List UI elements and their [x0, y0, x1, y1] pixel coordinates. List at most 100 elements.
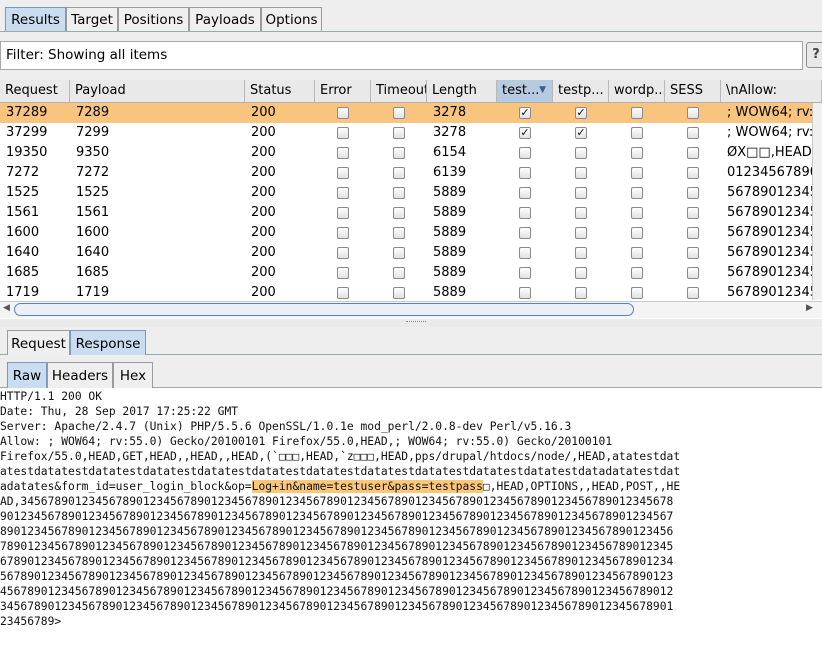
- testp-checkbox[interactable]: ✓: [575, 107, 587, 119]
- column-error[interactable]: Error: [315, 80, 371, 102]
- column-payload[interactable]: Payload: [70, 80, 245, 102]
- testp-checkbox[interactable]: [575, 267, 587, 279]
- tab-headers[interactable]: Headers: [47, 362, 113, 388]
- sess-checkbox[interactable]: [687, 127, 699, 139]
- timeout-checkbox[interactable]: [393, 107, 405, 119]
- wordp-checkbox[interactable]: [631, 147, 643, 159]
- testp-checkbox[interactable]: [575, 187, 587, 199]
- wordp-checkbox[interactable]: [631, 127, 643, 139]
- testp-checkbox[interactable]: [575, 287, 587, 299]
- scroll-left-icon[interactable]: ◀: [3, 303, 10, 313]
- column-length[interactable]: Length: [427, 80, 497, 102]
- wordp-checkbox[interactable]: [631, 167, 643, 179]
- column-allow[interactable]: \nAllow:: [721, 80, 822, 102]
- timeout-checkbox[interactable]: [393, 207, 405, 219]
- testp-checkbox[interactable]: [575, 247, 587, 259]
- timeout-checkbox[interactable]: [393, 167, 405, 179]
- wordp-checkbox[interactable]: [631, 287, 643, 299]
- test-checkbox[interactable]: ✓: [519, 107, 531, 119]
- table-row[interactable]: 1525 1525 200 5889 56789012345678: [0, 183, 822, 203]
- test-checkbox[interactable]: [519, 167, 531, 179]
- testp-checkbox[interactable]: [575, 227, 587, 239]
- help-button[interactable]: ?: [806, 42, 822, 68]
- test-checkbox[interactable]: [519, 147, 531, 159]
- timeout-checkbox[interactable]: [393, 287, 405, 299]
- testp-checkbox[interactable]: [575, 207, 587, 219]
- testp-checkbox[interactable]: ✓: [575, 127, 587, 139]
- error-checkbox[interactable]: [337, 207, 349, 219]
- testp-checkbox[interactable]: [575, 147, 587, 159]
- timeout-checkbox[interactable]: [393, 267, 405, 279]
- timeout-checkbox[interactable]: [393, 127, 405, 139]
- table-row[interactable]: 19350 9350 200 6154 ØX□□,HEAD,56: [0, 143, 822, 163]
- filter-bar[interactable]: Filter: Showing all items: [0, 41, 803, 70]
- tab-raw[interactable]: Raw: [7, 362, 47, 388]
- error-checkbox[interactable]: [337, 127, 349, 139]
- column-timeout[interactable]: Timeout: [371, 80, 427, 102]
- table-row[interactable]: 1561 1561 200 5889 56789012345678: [0, 203, 822, 223]
- column-request[interactable]: Request: [0, 80, 70, 102]
- wordp-checkbox[interactable]: [631, 187, 643, 199]
- sess-checkbox[interactable]: [687, 207, 699, 219]
- sess-checkbox[interactable]: [687, 227, 699, 239]
- pane-splitter[interactable]: [0, 319, 822, 327]
- table-row[interactable]: 1640 1640 200 5889 56789012345678: [0, 243, 822, 263]
- error-checkbox[interactable]: [337, 227, 349, 239]
- test-checkbox[interactable]: [519, 207, 531, 219]
- test-checkbox[interactable]: [519, 267, 531, 279]
- scrollbar-thumb[interactable]: [14, 303, 634, 316]
- error-checkbox[interactable]: [337, 187, 349, 199]
- test-checkbox[interactable]: ✓: [519, 127, 531, 139]
- table-row[interactable]: 37289 7289 200 3278 ; WOW64; rv:55 ✓ ✓: [0, 103, 822, 123]
- error-checkbox[interactable]: [337, 147, 349, 159]
- error-checkbox[interactable]: [337, 247, 349, 259]
- table-row[interactable]: 1719 1719 200 5889 56789012345678: [0, 283, 822, 303]
- tab-positions[interactable]: Positions: [118, 7, 189, 32]
- column-status[interactable]: Status: [245, 80, 315, 102]
- table-row[interactable]: 7272 7272 200 6139 01234567890123: [0, 163, 822, 183]
- sess-checkbox[interactable]: [687, 167, 699, 179]
- test-checkbox[interactable]: [519, 227, 531, 239]
- sess-checkbox[interactable]: [687, 147, 699, 159]
- test-checkbox[interactable]: [519, 247, 531, 259]
- test-checkbox[interactable]: [519, 187, 531, 199]
- table-row[interactable]: 1600 1600 200 5889 56789012345678: [0, 223, 822, 243]
- sess-checkbox[interactable]: [687, 287, 699, 299]
- tab-target[interactable]: Target: [66, 7, 118, 32]
- test-checkbox[interactable]: [519, 287, 531, 299]
- table-row[interactable]: 1685 1685 200 5889 56789012345678: [0, 263, 822, 283]
- table-horizontal-scrollbar[interactable]: ◀ ▶: [0, 301, 822, 318]
- column-testp[interactable]: testp...: [553, 80, 609, 102]
- column-test[interactable]: test... ▼: [497, 80, 553, 102]
- tab-request[interactable]: Request: [7, 330, 70, 355]
- table-vertical-scrollbar[interactable]: [812, 103, 822, 300]
- tab-hex[interactable]: Hex: [113, 362, 153, 388]
- table-row[interactable]: 37299 7299 200 3278 ; WOW64; rv:55 ✓ ✓: [0, 123, 822, 143]
- column-wordp[interactable]: wordp...: [609, 80, 665, 102]
- sess-checkbox[interactable]: [687, 247, 699, 259]
- testp-checkbox[interactable]: [575, 167, 587, 179]
- error-checkbox[interactable]: [337, 167, 349, 179]
- tab-results[interactable]: Results: [5, 7, 66, 32]
- error-checkbox[interactable]: [337, 267, 349, 279]
- wordp-checkbox[interactable]: [631, 107, 643, 119]
- wordp-checkbox[interactable]: [631, 267, 643, 279]
- response-body[interactable]: HTTP/1.1 200 OK Date: Thu, 28 Sep 2017 1…: [0, 389, 822, 647]
- wordp-checkbox[interactable]: [631, 207, 643, 219]
- wordp-checkbox[interactable]: [631, 247, 643, 259]
- sess-checkbox[interactable]: [687, 187, 699, 199]
- scroll-right-icon[interactable]: ▶: [806, 303, 813, 313]
- column-sess[interactable]: SESS: [665, 80, 721, 102]
- error-checkbox[interactable]: [337, 287, 349, 299]
- tab-payloads[interactable]: Payloads: [189, 7, 261, 32]
- timeout-checkbox[interactable]: [393, 247, 405, 259]
- timeout-checkbox[interactable]: [393, 147, 405, 159]
- tab-options[interactable]: Options: [261, 7, 322, 32]
- sess-checkbox[interactable]: [687, 267, 699, 279]
- tab-response[interactable]: Response: [70, 330, 146, 355]
- sess-checkbox[interactable]: [687, 107, 699, 119]
- wordp-checkbox[interactable]: [631, 227, 643, 239]
- splitter-grip[interactable]: [406, 321, 426, 324]
- error-checkbox[interactable]: [337, 107, 349, 119]
- timeout-checkbox[interactable]: [393, 187, 405, 199]
